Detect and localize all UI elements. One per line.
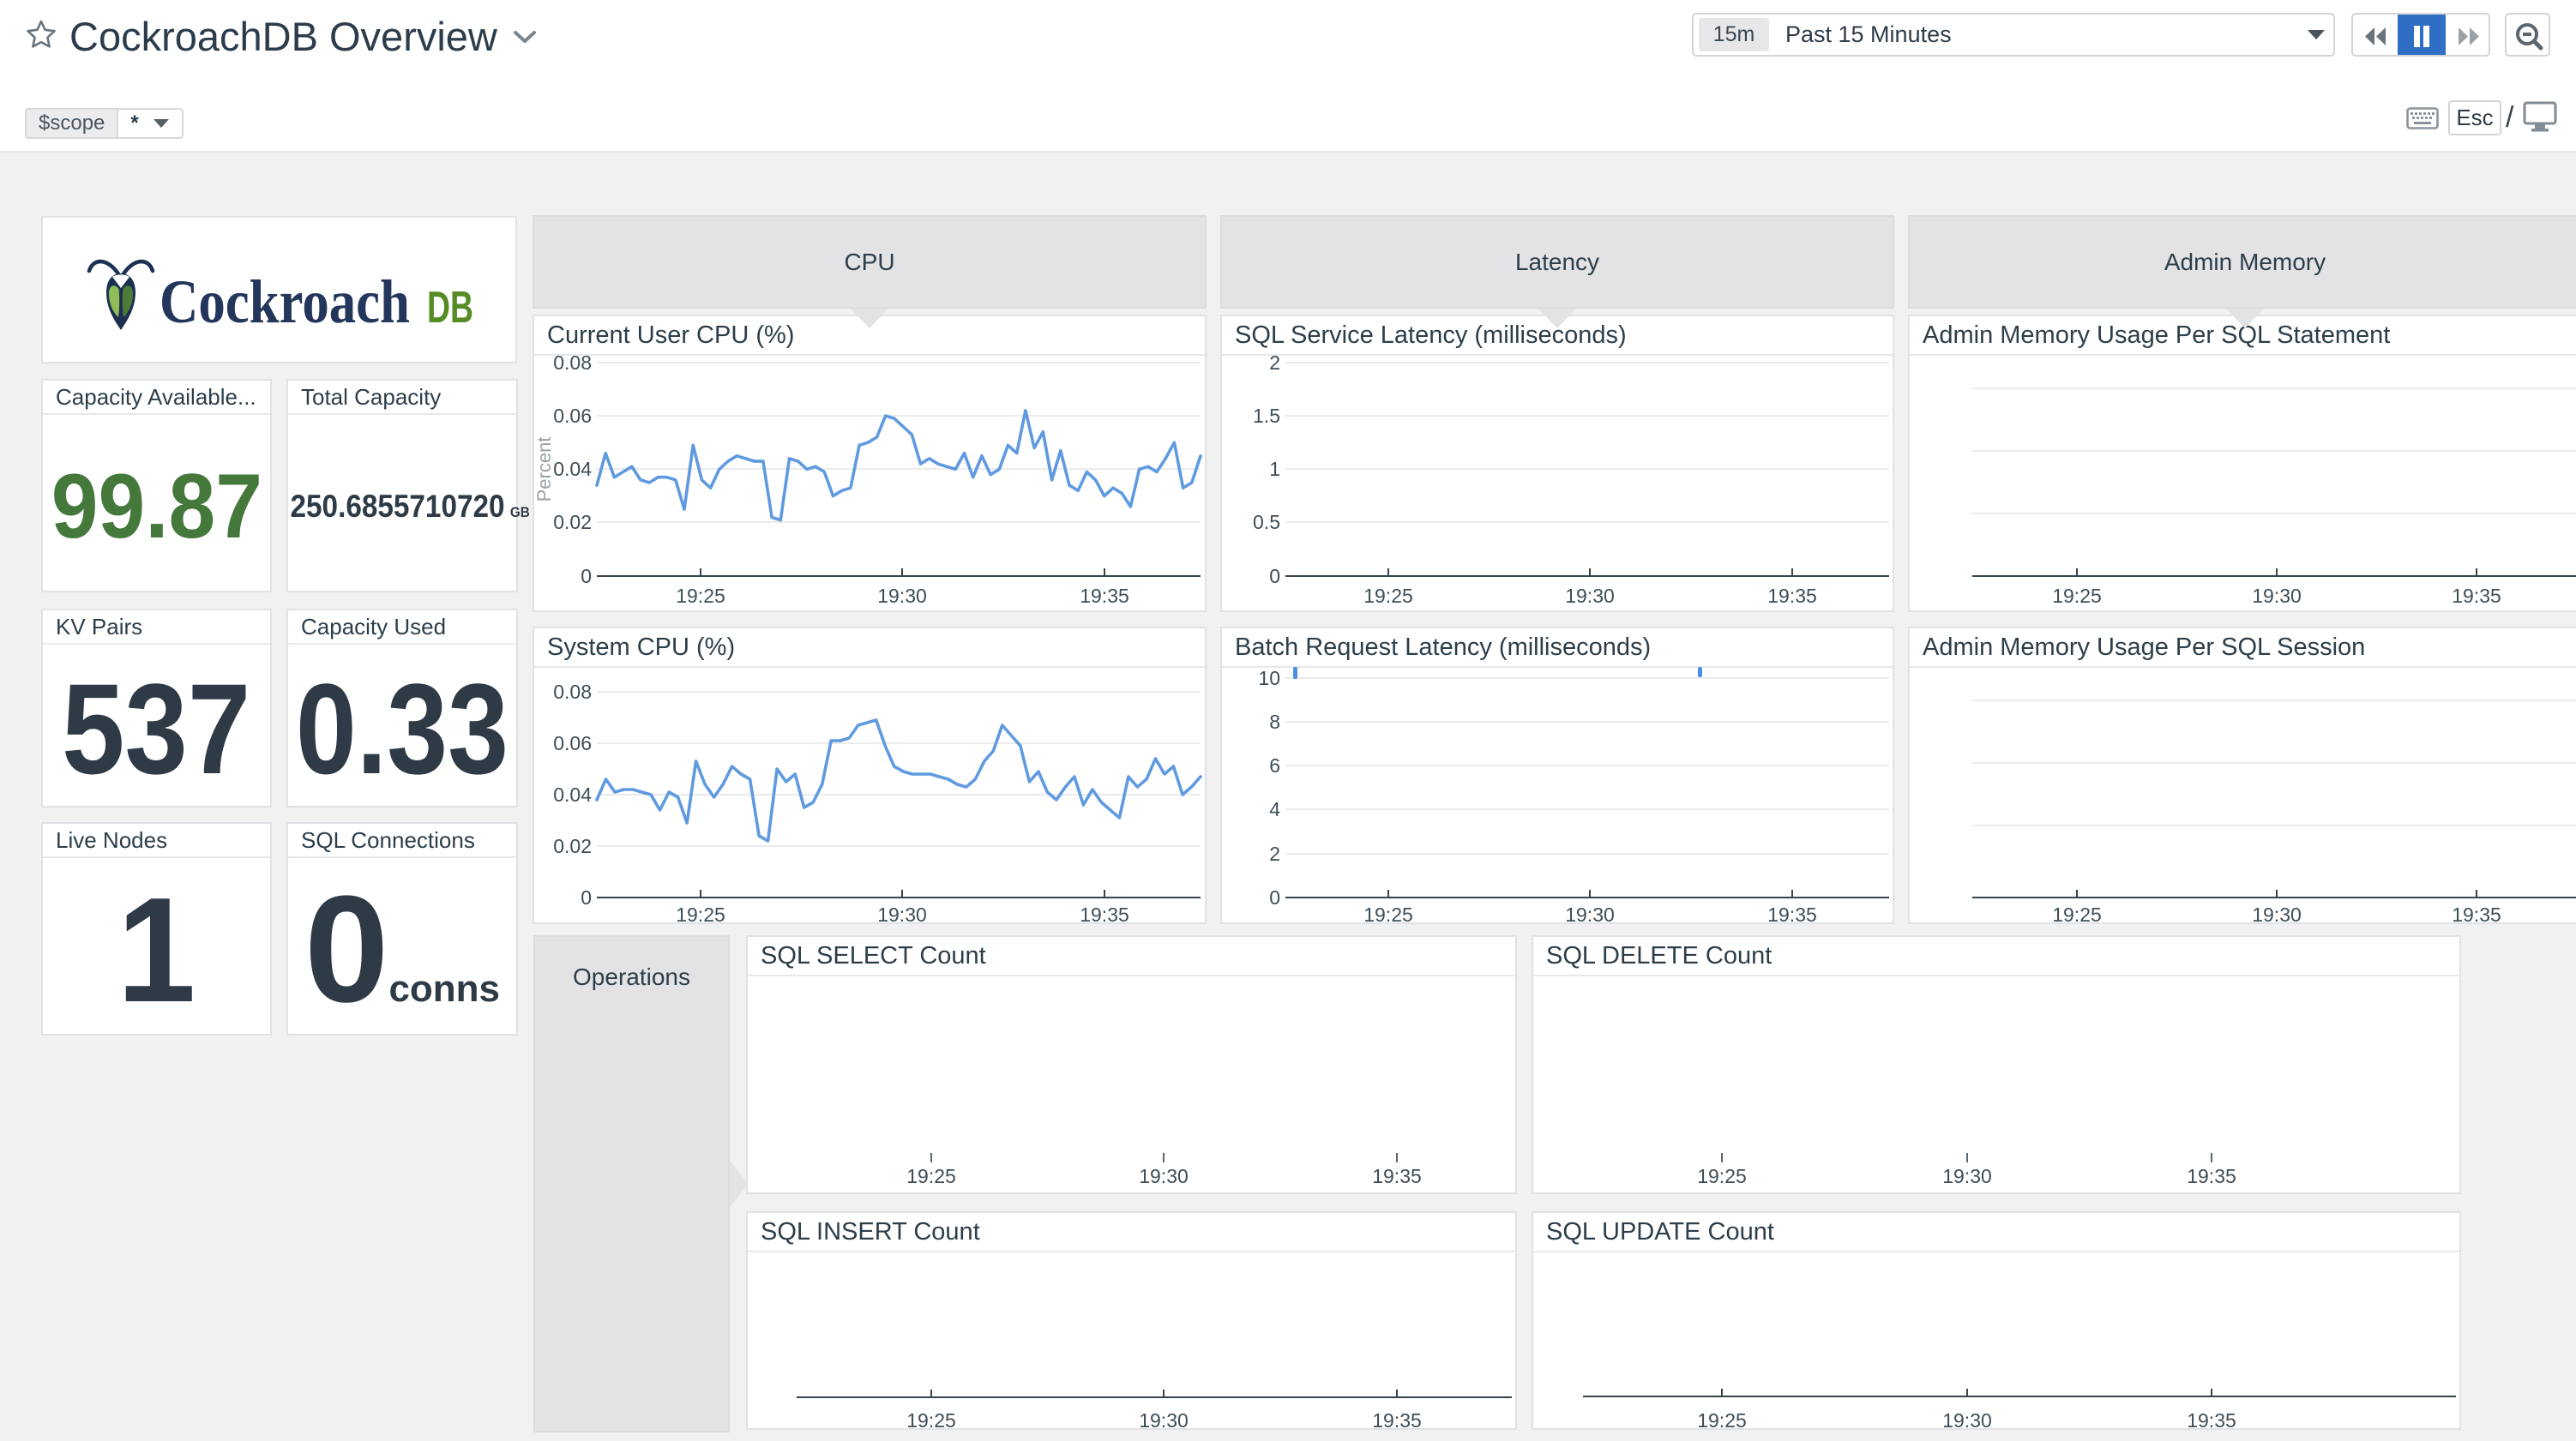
svg-text:19:25: 19:25 bbox=[676, 585, 725, 607]
svg-text:6: 6 bbox=[1269, 754, 1280, 777]
svg-text:19:30: 19:30 bbox=[2252, 585, 2302, 607]
svg-text:0: 0 bbox=[581, 565, 592, 587]
svg-text:19:35: 19:35 bbox=[1080, 904, 1129, 926]
svg-text:0.06: 0.06 bbox=[553, 405, 592, 427]
svg-text:0.06: 0.06 bbox=[553, 732, 592, 754]
svg-text:19:25: 19:25 bbox=[906, 1409, 956, 1432]
svg-text:19:25: 19:25 bbox=[2052, 585, 2102, 607]
svg-text:1: 1 bbox=[1269, 458, 1280, 480]
svg-text:19:25: 19:25 bbox=[1697, 1165, 1747, 1187]
svg-text:19:35: 19:35 bbox=[1080, 585, 1129, 607]
svg-text:19:25: 19:25 bbox=[1697, 1409, 1747, 1432]
svg-text:19:30: 19:30 bbox=[2252, 904, 2302, 926]
svg-text:19:30: 19:30 bbox=[1942, 1409, 1992, 1432]
svg-text:0.02: 0.02 bbox=[553, 511, 592, 533]
svg-text:19:35: 19:35 bbox=[1767, 904, 1817, 926]
svg-text:19:30: 19:30 bbox=[1565, 585, 1615, 607]
svg-text:0.5: 0.5 bbox=[1253, 511, 1280, 533]
svg-text:19:25: 19:25 bbox=[906, 1165, 956, 1187]
svg-text:0.04: 0.04 bbox=[553, 784, 592, 806]
svg-text:19:25: 19:25 bbox=[1363, 904, 1413, 926]
svg-text:19:30: 19:30 bbox=[877, 585, 927, 607]
svg-text:Cockroach: Cockroach bbox=[159, 267, 410, 336]
svg-text:2: 2 bbox=[1269, 843, 1280, 865]
svg-text:19:25: 19:25 bbox=[1363, 585, 1413, 607]
svg-text:19:35: 19:35 bbox=[2187, 1409, 2236, 1432]
svg-text:19:30: 19:30 bbox=[1139, 1165, 1189, 1187]
svg-text:8: 8 bbox=[1269, 711, 1280, 733]
svg-text:19:30: 19:30 bbox=[1565, 904, 1615, 926]
svg-text:10: 10 bbox=[1258, 667, 1280, 689]
svg-text:0.08: 0.08 bbox=[553, 351, 592, 374]
svg-text:Percent: Percent bbox=[534, 437, 555, 502]
svg-text:0: 0 bbox=[1269, 886, 1280, 909]
svg-text:1.5: 1.5 bbox=[1253, 405, 1280, 427]
svg-text:19:35: 19:35 bbox=[2452, 585, 2501, 607]
svg-text:19:35: 19:35 bbox=[2187, 1165, 2236, 1187]
svg-text:19:30: 19:30 bbox=[1139, 1409, 1189, 1432]
svg-text:0: 0 bbox=[1269, 565, 1280, 587]
svg-text:19:35: 19:35 bbox=[2452, 904, 2501, 926]
svg-text:19:25: 19:25 bbox=[2052, 904, 2102, 926]
svg-text:0.02: 0.02 bbox=[553, 835, 592, 857]
svg-text:19:35: 19:35 bbox=[1767, 585, 1817, 607]
svg-text:19:35: 19:35 bbox=[1372, 1409, 1422, 1432]
svg-text:0.08: 0.08 bbox=[553, 681, 592, 703]
svg-text:2: 2 bbox=[1269, 351, 1280, 374]
svg-text:0: 0 bbox=[581, 886, 592, 909]
svg-text:0.04: 0.04 bbox=[553, 458, 592, 480]
svg-text:19:30: 19:30 bbox=[877, 904, 927, 926]
svg-text:19:30: 19:30 bbox=[1942, 1165, 1992, 1187]
svg-text:19:35: 19:35 bbox=[1372, 1165, 1422, 1187]
svg-text:4: 4 bbox=[1269, 798, 1280, 820]
svg-text:DB: DB bbox=[427, 283, 473, 333]
svg-text:19:25: 19:25 bbox=[676, 904, 725, 926]
